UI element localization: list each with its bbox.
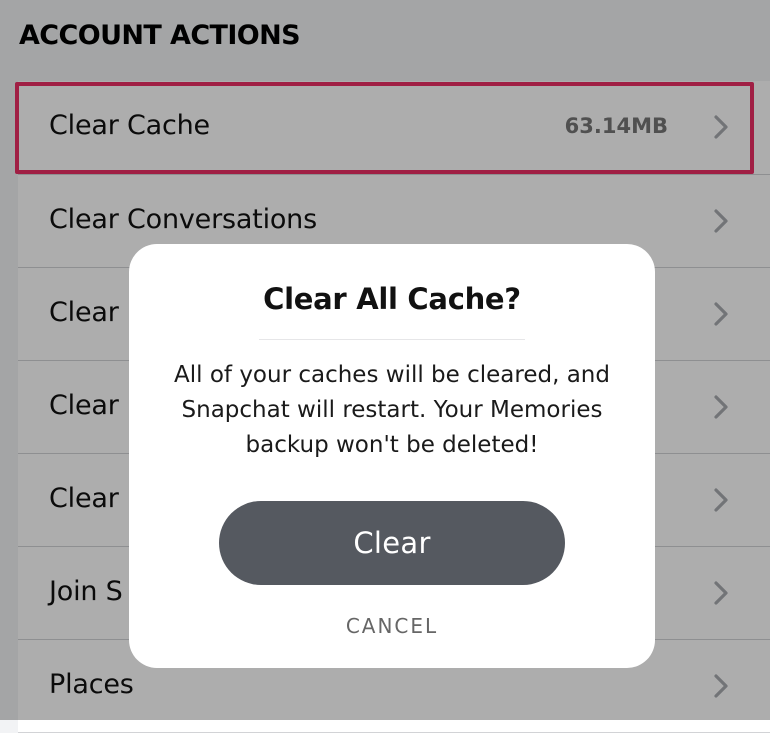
clear-button[interactable]: Clear xyxy=(219,501,565,585)
dialog-message: All of your caches will be cleared, and … xyxy=(174,362,610,458)
dialog-title: Clear All Cache? xyxy=(263,282,521,316)
dialog-divider xyxy=(259,339,525,340)
cancel-button[interactable]: CANCEL xyxy=(129,614,655,638)
clear-cache-dialog: Clear All Cache? All of your caches will… xyxy=(129,244,655,668)
